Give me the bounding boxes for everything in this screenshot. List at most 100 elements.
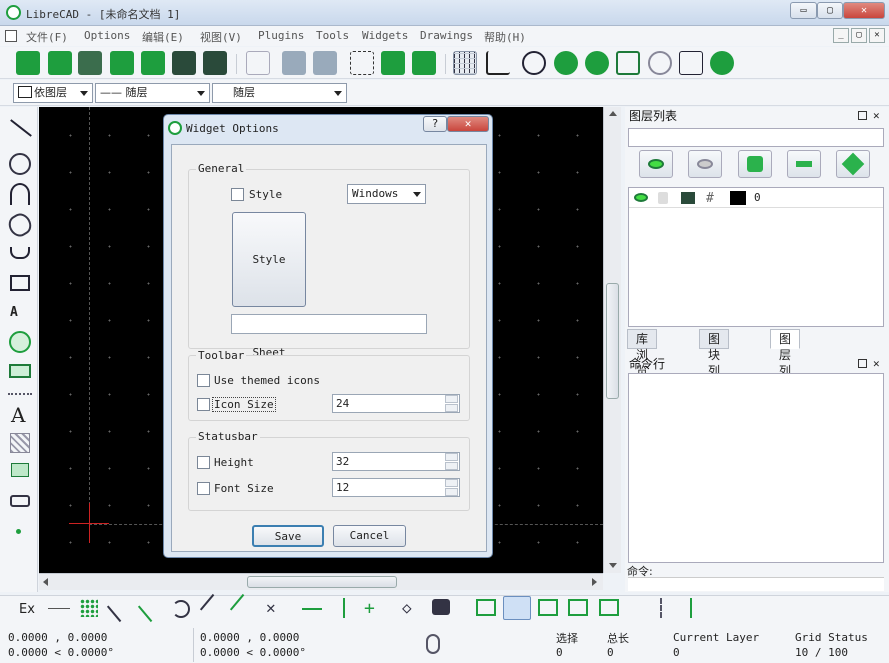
add-layer-button[interactable] (738, 150, 772, 178)
zoom-auto-icon[interactable] (616, 51, 640, 75)
scroll-right-arrow-icon[interactable] (592, 578, 597, 586)
lock-icon[interactable] (658, 192, 668, 204)
zoom-in-icon[interactable] (554, 51, 578, 75)
minimize-button[interactable]: ▭ (790, 2, 817, 19)
layer-row[interactable]: # 0 (629, 188, 883, 208)
style-select[interactable]: Windows (347, 184, 426, 204)
snap-entity-icon[interactable] (137, 593, 167, 623)
lock-zero-icon[interactable] (432, 599, 450, 615)
tab-block-list[interactable]: 图块列表 (699, 329, 730, 394)
redraw-icon[interactable] (522, 51, 546, 75)
new-template-icon[interactable] (48, 51, 72, 75)
spin-down-icon[interactable] (445, 488, 458, 496)
horizontal-scrollbar[interactable] (39, 573, 603, 590)
tab-layer-list[interactable]: 图层列表 (770, 329, 801, 394)
font-size-checkbox[interactable] (197, 482, 210, 495)
menu-options[interactable]: Options (84, 29, 130, 42)
open-folder-icon[interactable] (78, 51, 102, 75)
hatch-tool-icon[interactable] (10, 433, 30, 453)
restrict-orthogonal-icon[interactable]: + (364, 598, 375, 619)
scroll-left-arrow-icon[interactable] (43, 578, 48, 586)
menu-tools[interactable]: Tools (316, 29, 349, 42)
line-tool-icon[interactable] (10, 119, 32, 137)
text-dimension-icon[interactable]: A (10, 305, 18, 320)
snap-distance-icon[interactable] (229, 593, 259, 623)
redo-icon[interactable] (313, 51, 337, 75)
linewidth-combo[interactable]: 随层 (212, 83, 347, 103)
zoom-previous-icon[interactable] (648, 51, 672, 75)
menu-widgets[interactable]: Widgets (362, 29, 408, 42)
add-layer-icon[interactable] (672, 598, 692, 618)
menu-edit[interactable]: 编辑(E) (142, 29, 184, 45)
zoom-pan-icon[interactable] (710, 51, 734, 75)
height-checkbox[interactable] (197, 456, 210, 469)
print-icon[interactable] (172, 51, 196, 75)
new-file-icon[interactable] (16, 51, 40, 75)
mdi-minimize-button[interactable]: _ (833, 28, 849, 43)
mdi-close-button[interactable]: ✕ (869, 28, 885, 43)
style-checkbox[interactable] (231, 188, 244, 201)
show-all-layers-button[interactable] (639, 150, 673, 178)
layer-filter-input[interactable] (628, 128, 884, 147)
save-button[interactable]: Save (252, 525, 324, 547)
snap-center-icon[interactable] (172, 600, 190, 618)
curve-tool-icon[interactable] (10, 183, 30, 205)
save-as-icon[interactable] (141, 51, 165, 75)
scroll-down-arrow-icon[interactable] (609, 563, 617, 568)
block-tool-icon[interactable] (10, 495, 30, 507)
spin-down-icon[interactable] (445, 404, 458, 412)
restrict-vertical-icon[interactable] (343, 598, 345, 618)
style-sheet-button[interactable]: Style Sheet (232, 212, 306, 359)
close-button[interactable]: ✕ (843, 2, 885, 19)
snap-intersection-icon[interactable]: ✕ (266, 598, 276, 617)
dialog-close-button[interactable]: ✕ (447, 116, 489, 132)
snap-free-icon[interactable] (48, 608, 70, 609)
icon-size-checkbox[interactable] (197, 398, 210, 411)
layout-view-icon[interactable] (599, 599, 619, 616)
remove-layer-button[interactable] (787, 150, 821, 178)
snap-tool-icon[interactable] (9, 331, 31, 353)
snap-endpoint-icon[interactable] (106, 593, 136, 623)
menu-drawings[interactable]: Drawings (420, 29, 473, 42)
spin-up-icon[interactable] (445, 479, 458, 487)
restrict-horizontal-icon[interactable] (302, 608, 322, 610)
undo-icon[interactable] (282, 51, 306, 75)
vertical-scroll-thumb[interactable] (606, 283, 619, 399)
snap-ex-button[interactable]: Ex (19, 602, 35, 617)
view-mode-active-icon[interactable] (503, 596, 531, 620)
icon-size-spinbox[interactable]: 24 (332, 394, 460, 413)
ellipse-tool-icon[interactable] (4, 209, 36, 241)
maximize-button[interactable]: ▢ (817, 2, 843, 19)
visible-eye-icon[interactable] (634, 193, 648, 202)
draft-mode-icon[interactable] (486, 51, 510, 75)
dock-float-icon[interactable] (858, 359, 867, 368)
measure-tool-icon[interactable] (9, 364, 31, 378)
mdi-restore-button[interactable]: ▢ (851, 28, 867, 43)
print-preview-mode-icon[interactable] (538, 599, 558, 616)
spin-up-icon[interactable] (445, 395, 458, 403)
menu-plugins[interactable]: Plugins (258, 29, 304, 42)
zoom-window-icon[interactable] (679, 51, 703, 75)
construction-icon[interactable]: # (706, 191, 714, 206)
scroll-up-arrow-icon[interactable] (609, 111, 617, 116)
paste-icon[interactable] (412, 51, 436, 75)
edit-layer-button[interactable] (836, 150, 870, 178)
text-tool-icon[interactable]: A (11, 403, 25, 427)
spin-down-icon[interactable] (445, 462, 458, 470)
grid-toggle-icon[interactable] (453, 51, 477, 75)
command-input[interactable] (628, 577, 884, 591)
snap-middle-icon[interactable] (199, 593, 229, 623)
font-size-spinbox[interactable]: 12 (332, 478, 460, 497)
polyline-tool-icon[interactable] (10, 247, 30, 259)
zoom-out-icon[interactable] (585, 51, 609, 75)
circle-tool-icon[interactable] (9, 153, 31, 175)
style-sheet-path-input[interactable] (231, 314, 427, 334)
add-block-icon[interactable] (642, 598, 662, 618)
snap-grid-icon[interactable] (80, 599, 98, 617)
dock-close-icon[interactable]: ✕ (873, 109, 880, 122)
select-pointer-icon[interactable] (246, 51, 270, 75)
menu-file[interactable]: 文件(F) (26, 29, 68, 45)
linetype-combo[interactable]: —— 随层 (95, 83, 210, 103)
print-preview-icon[interactable] (203, 51, 227, 75)
cancel-button[interactable]: Cancel (333, 525, 406, 547)
